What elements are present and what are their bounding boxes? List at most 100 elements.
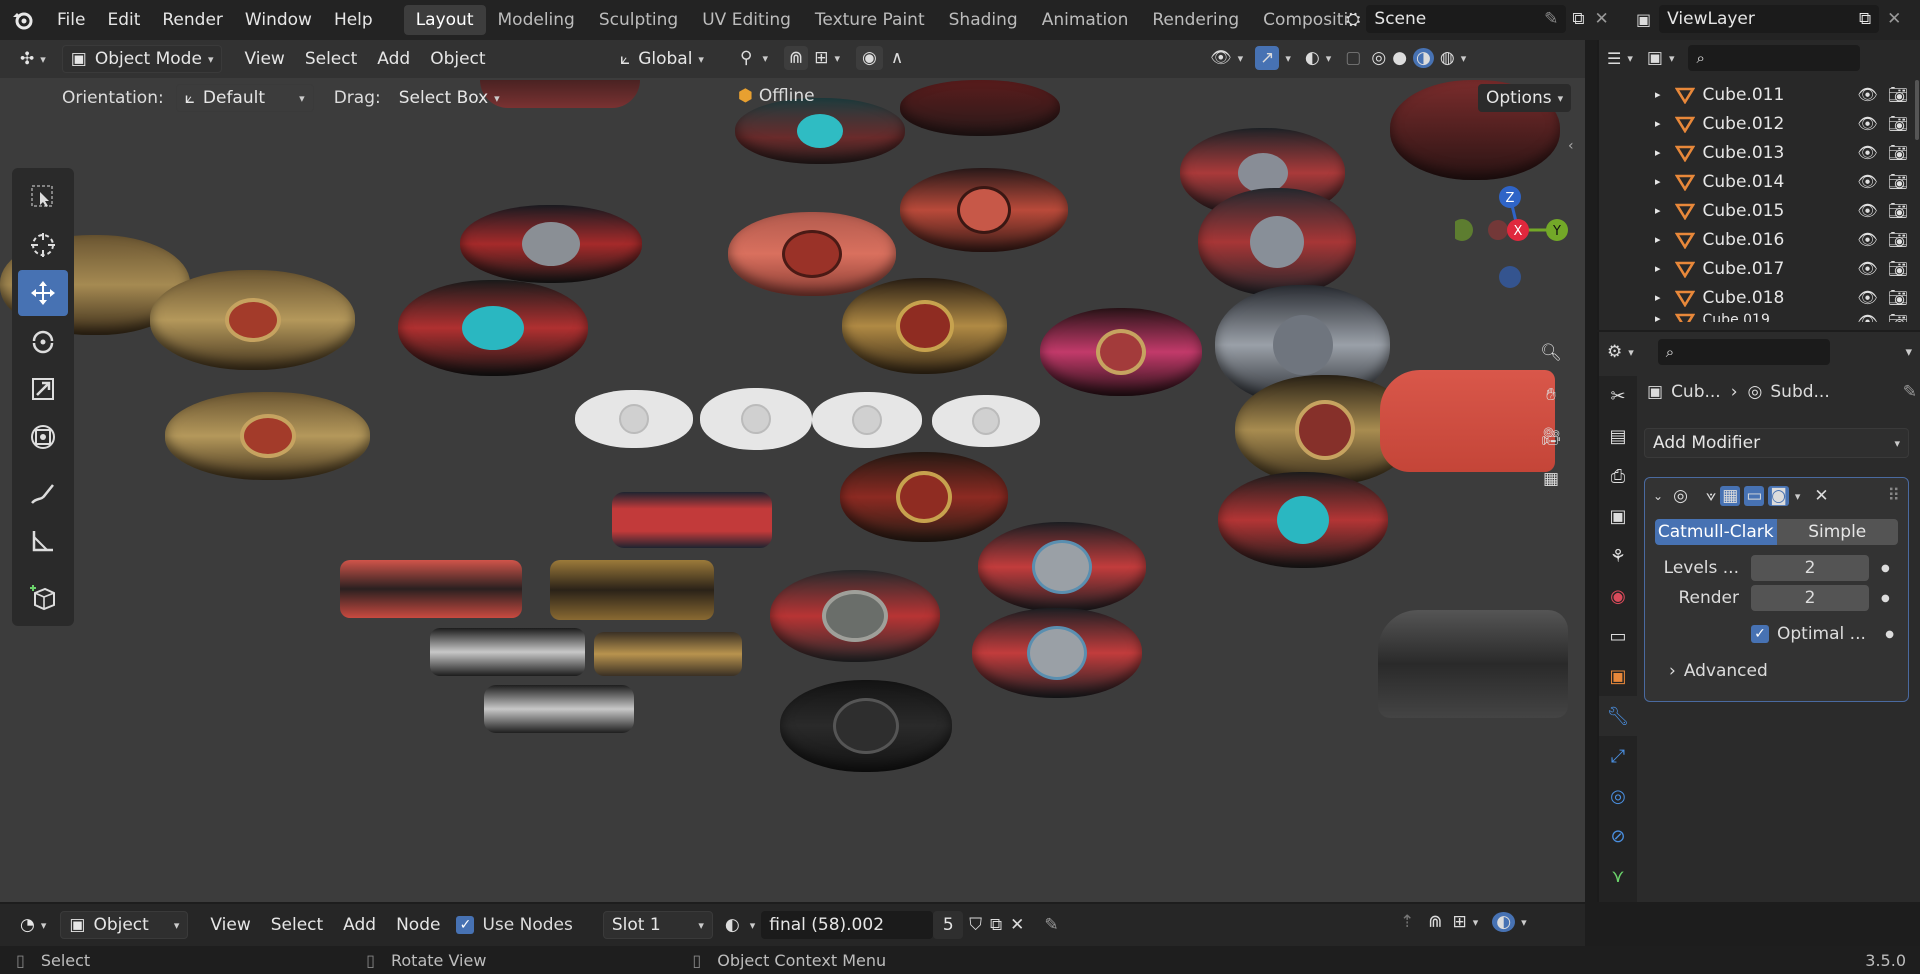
- cage-icon[interactable]: ▦: [1720, 486, 1741, 506]
- wireframe-shading-icon[interactable]: ◎: [1371, 48, 1386, 68]
- expand-arrow-icon[interactable]: ▸: [1655, 146, 1661, 159]
- zoom-icon[interactable]: 🔍︎: [1533, 335, 1569, 371]
- camera-icon[interactable]: 📷︎: [1888, 85, 1908, 104]
- tab-shading[interactable]: Shading: [937, 5, 1030, 35]
- band-object[interactable]: [484, 685, 634, 733]
- menu-edit[interactable]: Edit: [96, 5, 151, 35]
- mode-selector[interactable]: ▣ Object Mode ▾: [61, 45, 223, 73]
- tool-tab-icon[interactable]: ✂: [1599, 376, 1637, 416]
- ring-object[interactable]: [978, 522, 1146, 612]
- band-object[interactable]: [612, 492, 772, 548]
- ring-object[interactable]: [460, 205, 642, 283]
- ring-object[interactable]: [770, 570, 940, 662]
- keyframe-dot-icon[interactable]: ●: [1881, 593, 1890, 604]
- view-layer-tab-icon[interactable]: ▣: [1599, 496, 1637, 536]
- outliner-item[interactable]: ▸ Cube.017 👁︎ 📷︎: [1655, 254, 1920, 283]
- camera-icon[interactable]: 📷︎: [1888, 312, 1908, 322]
- camera-icon[interactable]: 📷︎: [1888, 288, 1908, 307]
- camera-icon[interactable]: 📷︎: [1888, 114, 1908, 133]
- camera-view-icon[interactable]: 🎥︎: [1533, 419, 1569, 455]
- use-nodes-checkbox[interactable]: ✓: [456, 916, 475, 934]
- eye-icon[interactable]: 👁︎: [1857, 259, 1877, 278]
- keyframe-dot-icon[interactable]: ●: [1881, 563, 1890, 574]
- modifier-tab-icon[interactable]: 🔧︎: [1599, 696, 1637, 736]
- new-scene-icon[interactable]: ⧉: [1572, 9, 1584, 29]
- ring-object[interactable]: [932, 395, 1040, 447]
- eye-icon[interactable]: 👁︎: [1857, 230, 1877, 249]
- snap-target-icon[interactable]: ⊞: [814, 48, 828, 68]
- fake-user-icon[interactable]: ⛉: [969, 915, 982, 935]
- proportional-edit-icon[interactable]: ◉: [856, 46, 883, 70]
- camera-icon[interactable]: 📷︎: [1888, 259, 1908, 278]
- tab-sculpting[interactable]: Sculpting: [587, 5, 690, 35]
- red-cloth-object[interactable]: [1380, 370, 1555, 472]
- camera-icon[interactable]: 📷︎: [1888, 201, 1908, 220]
- shader-type-selector[interactable]: ▣ Object ▾: [60, 911, 189, 939]
- menu-add[interactable]: Add: [367, 44, 420, 74]
- collection-tab-icon[interactable]: ▭: [1599, 616, 1637, 656]
- 3d-viewport[interactable]: ✣ ▾ ▣ Object Mode ▾ View Select Add Objec…: [0, 40, 1585, 902]
- gizmo-neg-x[interactable]: [1488, 220, 1508, 240]
- pivot-icon[interactable]: ⚲: [740, 48, 752, 68]
- expand-arrow-icon[interactable]: ▸: [1655, 233, 1661, 246]
- tab-rendering[interactable]: Rendering: [1140, 5, 1251, 35]
- eye-icon[interactable]: 👁︎: [1857, 288, 1877, 307]
- properties-search-input[interactable]: ⌕: [1657, 339, 1830, 365]
- rendered-shading-icon[interactable]: ◍: [1440, 48, 1455, 68]
- move-tool[interactable]: [18, 270, 68, 316]
- tab-texture-paint[interactable]: Texture Paint: [803, 5, 937, 35]
- delete-scene-icon[interactable]: ✕: [1595, 9, 1609, 29]
- drag-handle-icon[interactable]: ⠿: [1888, 486, 1900, 506]
- ring-object[interactable]: [398, 280, 588, 376]
- editor-type-selector[interactable]: ◔ ▾: [12, 911, 54, 939]
- outliner-item[interactable]: ▸ Cube.015 👁︎ 📷︎: [1655, 196, 1920, 225]
- ring-object[interactable]: [700, 388, 812, 450]
- material-users-count[interactable]: 5: [933, 911, 964, 939]
- eye-icon[interactable]: 👁︎: [1857, 143, 1877, 162]
- material-browse-icon[interactable]: ◐: [725, 915, 740, 935]
- eye-icon[interactable]: 👁︎: [1857, 312, 1877, 322]
- expand-arrow-icon[interactable]: ▸: [1655, 312, 1661, 322]
- options-dropdown[interactable]: Options ▾: [1478, 84, 1572, 112]
- ring-object[interactable]: [728, 212, 896, 296]
- slot-selector[interactable]: Slot 1 ▾: [602, 911, 713, 939]
- eye-icon[interactable]: 👁︎: [1857, 201, 1877, 220]
- pin-icon[interactable]: ✎: [1044, 915, 1058, 935]
- delete-viewlayer-icon[interactable]: ✕: [1887, 9, 1901, 29]
- rotate-tool[interactable]: [18, 318, 68, 364]
- outliner-item[interactable]: ▸ Cube.013 👁︎ 📷︎: [1655, 138, 1920, 167]
- blender-logo-icon[interactable]: [0, 8, 46, 32]
- falloff-icon[interactable]: ∧: [891, 48, 903, 68]
- outliner-item[interactable]: ▸ Cube.016 👁︎ 📷︎: [1655, 225, 1920, 254]
- tab-animation[interactable]: Animation: [1030, 5, 1141, 35]
- parent-node-icon[interactable]: ⇡: [1400, 912, 1414, 932]
- outliner-item[interactable]: ▸ Cube.011 👁︎ 📷︎: [1655, 80, 1920, 109]
- constraints-tab-icon[interactable]: ⊘: [1599, 816, 1637, 856]
- add-modifier-button[interactable]: Add Modifier ▾: [1644, 428, 1909, 458]
- cursor-tool[interactable]: [18, 222, 68, 268]
- menu-add[interactable]: Add: [333, 910, 386, 940]
- measure-tool[interactable]: [18, 518, 68, 564]
- levels-field[interactable]: 2: [1751, 555, 1869, 581]
- scale-tool[interactable]: [18, 366, 68, 412]
- ring-object[interactable]: [900, 168, 1068, 252]
- expand-arrow-icon[interactable]: ▸: [1655, 291, 1661, 304]
- menu-render[interactable]: Render: [151, 5, 234, 35]
- drag-dropdown[interactable]: Select Box ▾: [391, 84, 508, 112]
- new-viewlayer-icon[interactable]: ⧉: [1859, 9, 1871, 29]
- material-shading-icon[interactable]: ◑: [1413, 48, 1434, 68]
- scene-selector[interactable]: ⛭ Scene ✎ ⧉ ✕: [1346, 5, 1609, 33]
- world-tab-icon[interactable]: ◉: [1599, 576, 1637, 616]
- camera-icon[interactable]: 📷︎: [1888, 172, 1908, 191]
- eye-icon[interactable]: 👁︎: [1857, 114, 1877, 133]
- ring-object[interactable]: [1040, 308, 1202, 396]
- data-tab-icon[interactable]: ⋎: [1599, 856, 1637, 896]
- tab-simple[interactable]: Simple: [1776, 519, 1898, 545]
- ring-object[interactable]: [150, 270, 355, 370]
- outliner-scrollbar[interactable]: [1915, 80, 1919, 140]
- ring-object[interactable]: [812, 392, 922, 448]
- display-mode-icon[interactable]: ▣: [1647, 48, 1663, 68]
- expand-arrow-icon[interactable]: ▸: [1655, 117, 1661, 130]
- ring-object[interactable]: [972, 608, 1142, 698]
- tab-compositing[interactable]: Compositing: [1251, 5, 1349, 35]
